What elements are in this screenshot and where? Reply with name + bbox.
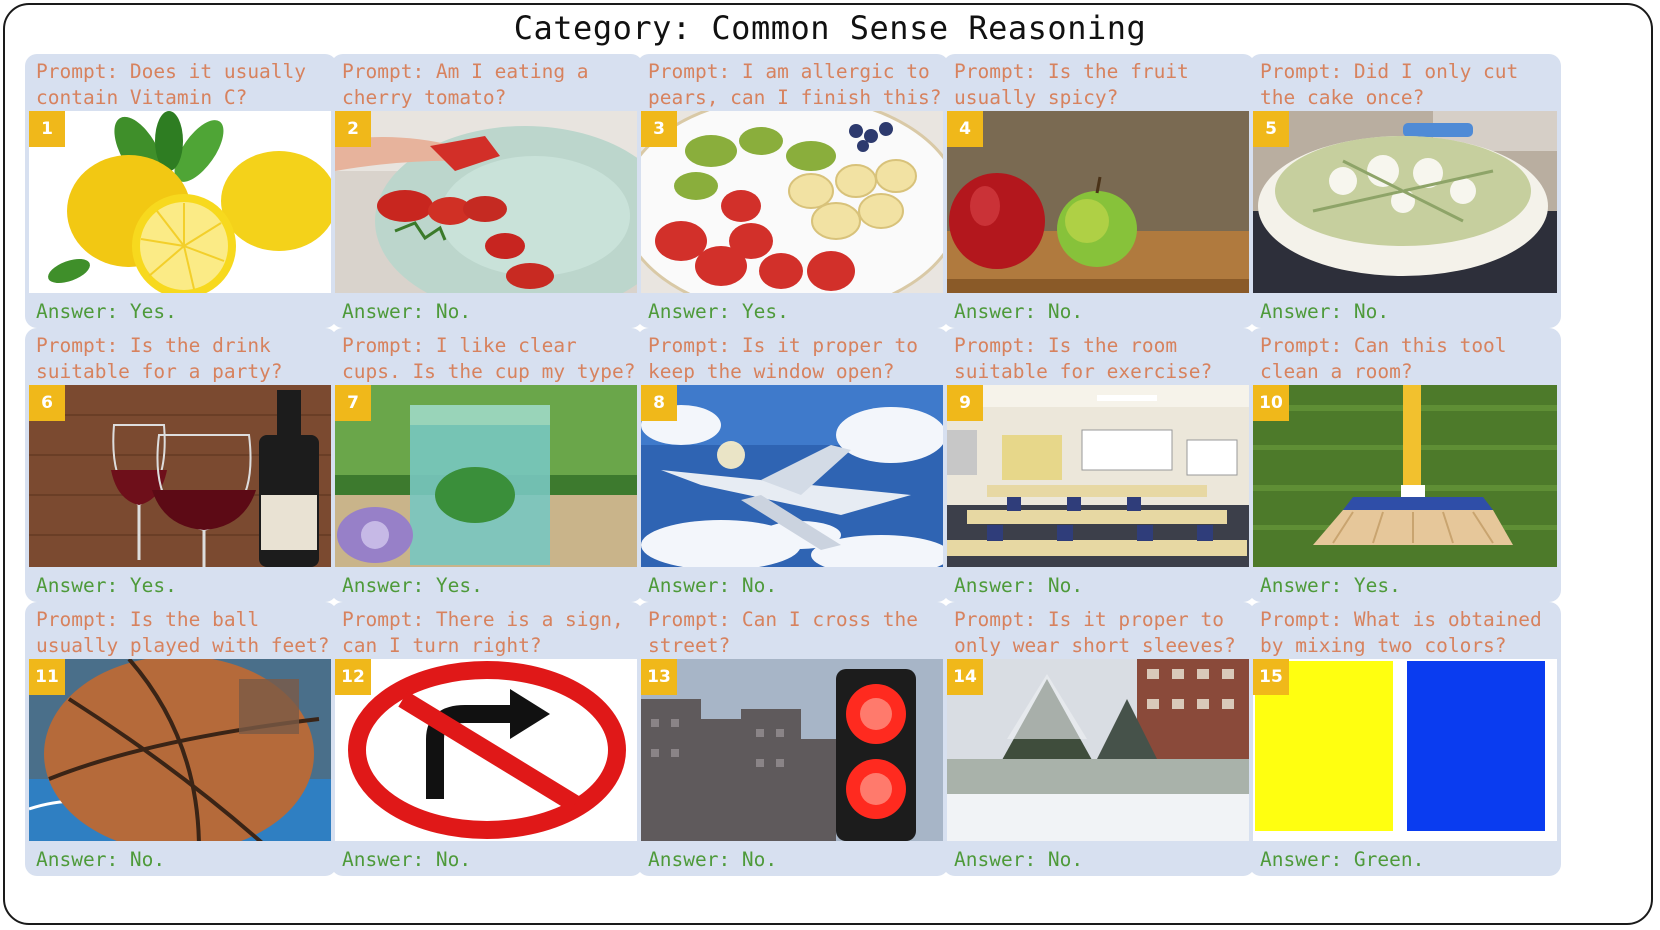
card-answer: Answer: Yes. bbox=[36, 574, 177, 597]
card-number-badge: 14 bbox=[947, 659, 983, 695]
card-number-badge: 12 bbox=[335, 659, 371, 695]
card-answer: Answer: Yes. bbox=[1260, 574, 1401, 597]
card-15: Prompt: What is obtained by mixing two co… bbox=[1249, 602, 1561, 876]
card-3: Prompt: I am allergic to pears, can I fin… bbox=[637, 54, 949, 328]
strawberries-and-tomatoes-plate-image bbox=[335, 111, 639, 293]
card-6: Prompt: Is the drink suitable for a party… bbox=[25, 328, 337, 602]
broom-image bbox=[1253, 385, 1557, 567]
red-traffic-light-image bbox=[641, 659, 945, 841]
card-number-badge: 6 bbox=[29, 385, 65, 421]
apples-image bbox=[947, 111, 1251, 293]
card-prompt: Prompt: Is it proper to only wear short s… bbox=[954, 608, 1236, 657]
airplane-image bbox=[641, 385, 945, 567]
card-number-badge: 9 bbox=[947, 385, 983, 421]
card-13: Prompt: Can I cross the street? 13 Answer… bbox=[637, 602, 949, 876]
card-answer: Answer: No. bbox=[342, 848, 472, 871]
wine-image bbox=[29, 385, 333, 567]
card-answer: Answer: No. bbox=[36, 848, 166, 871]
fruit-plate-image bbox=[641, 111, 945, 293]
card-answer: Answer: No. bbox=[954, 300, 1084, 323]
card-number-badge: 4 bbox=[947, 111, 983, 147]
card-number-badge: 13 bbox=[641, 659, 677, 695]
card-14: Prompt: Is it proper to only wear short s… bbox=[943, 602, 1255, 876]
card-prompt: Prompt: Does it usually contain Vitamin C… bbox=[36, 60, 307, 109]
basketball-image bbox=[29, 659, 333, 841]
card-prompt: Prompt: Is the room suitable for exercise… bbox=[954, 334, 1213, 383]
card-prompt: Prompt: What is obtained by mixing two co… bbox=[1260, 608, 1542, 657]
card-number-badge: 2 bbox=[335, 111, 371, 147]
card-number-badge: 3 bbox=[641, 111, 677, 147]
card-answer: Answer: No. bbox=[342, 300, 472, 323]
card-answer: Answer: No. bbox=[954, 848, 1084, 871]
card-9: Prompt: Is the room suitable for exercise… bbox=[943, 328, 1255, 602]
card-1: Prompt: Does it usually contain Vitamin C… bbox=[25, 54, 337, 328]
card-number-badge: 8 bbox=[641, 385, 677, 421]
card-prompt: Prompt: Is the fruit usually spicy? bbox=[954, 60, 1189, 109]
card-number-badge: 10 bbox=[1253, 385, 1289, 421]
card-answer: Answer: No. bbox=[648, 848, 778, 871]
card-answer: Answer: Yes. bbox=[342, 574, 483, 597]
card-number-badge: 7 bbox=[335, 385, 371, 421]
card-prompt: Prompt: There is a sign, can I turn right… bbox=[342, 608, 624, 657]
card-answer: Answer: Yes. bbox=[648, 300, 789, 323]
card-prompt: Prompt: Is the ball usually played with f… bbox=[36, 608, 330, 657]
card-answer: Answer: Green. bbox=[1260, 848, 1425, 871]
card-11: Prompt: Is the ball usually played with f… bbox=[25, 602, 337, 876]
card-prompt: Prompt: Can I cross the street? bbox=[648, 608, 919, 657]
figure-frame: Category: Common Sense Reasoning Prompt:… bbox=[3, 3, 1653, 925]
no-right-turn-sign-image bbox=[335, 659, 639, 841]
card-prompt: Prompt: Is it proper to keep the window o… bbox=[648, 334, 919, 383]
card-8: Prompt: Is it proper to keep the window o… bbox=[637, 328, 949, 602]
card-2: Prompt: Am I eating a cherry tomato? 2 An… bbox=[331, 54, 643, 328]
cake-image bbox=[1253, 111, 1557, 293]
yellow-and-blue-image bbox=[1253, 659, 1557, 841]
card-prompt: Prompt: I like clear cups. Is the cup my … bbox=[342, 334, 636, 383]
card-answer: Answer: No. bbox=[648, 574, 778, 597]
card-number-badge: 1 bbox=[29, 111, 65, 147]
card-prompt: Prompt: Am I eating a cherry tomato? bbox=[342, 60, 589, 109]
card-answer: Answer: Yes. bbox=[36, 300, 177, 323]
figure-title: Category: Common Sense Reasoning bbox=[513, 9, 1147, 47]
card-number-badge: 15 bbox=[1253, 659, 1289, 695]
card-4: Prompt: Is the fruit usually spicy? 4 Ans… bbox=[943, 54, 1255, 328]
card-7: Prompt: I like clear cups. Is the cup my … bbox=[331, 328, 643, 602]
card-number-badge: 11 bbox=[29, 659, 65, 695]
snow-scene-image bbox=[947, 659, 1251, 841]
classroom-image bbox=[947, 385, 1251, 567]
glass-cup-image bbox=[335, 385, 639, 567]
card-prompt: Prompt: Can this tool clean a room? bbox=[1260, 334, 1507, 383]
card-answer: Answer: No. bbox=[1260, 300, 1390, 323]
card-prompt: Prompt: I am allergic to pears, can I fin… bbox=[648, 60, 942, 109]
card-number-badge: 5 bbox=[1253, 111, 1289, 147]
card-12: Prompt: There is a sign, can I turn right… bbox=[331, 602, 643, 876]
lemons-image bbox=[29, 111, 333, 293]
card-answer: Answer: No. bbox=[954, 574, 1084, 597]
card-prompt: Prompt: Did I only cut the cake once? bbox=[1260, 60, 1519, 109]
card-10: Prompt: Can this tool clean a room? 10 An… bbox=[1249, 328, 1561, 602]
card-5: Prompt: Did I only cut the cake once? 5 A… bbox=[1249, 54, 1561, 328]
card-prompt: Prompt: Is the drink suitable for a party… bbox=[36, 334, 283, 383]
